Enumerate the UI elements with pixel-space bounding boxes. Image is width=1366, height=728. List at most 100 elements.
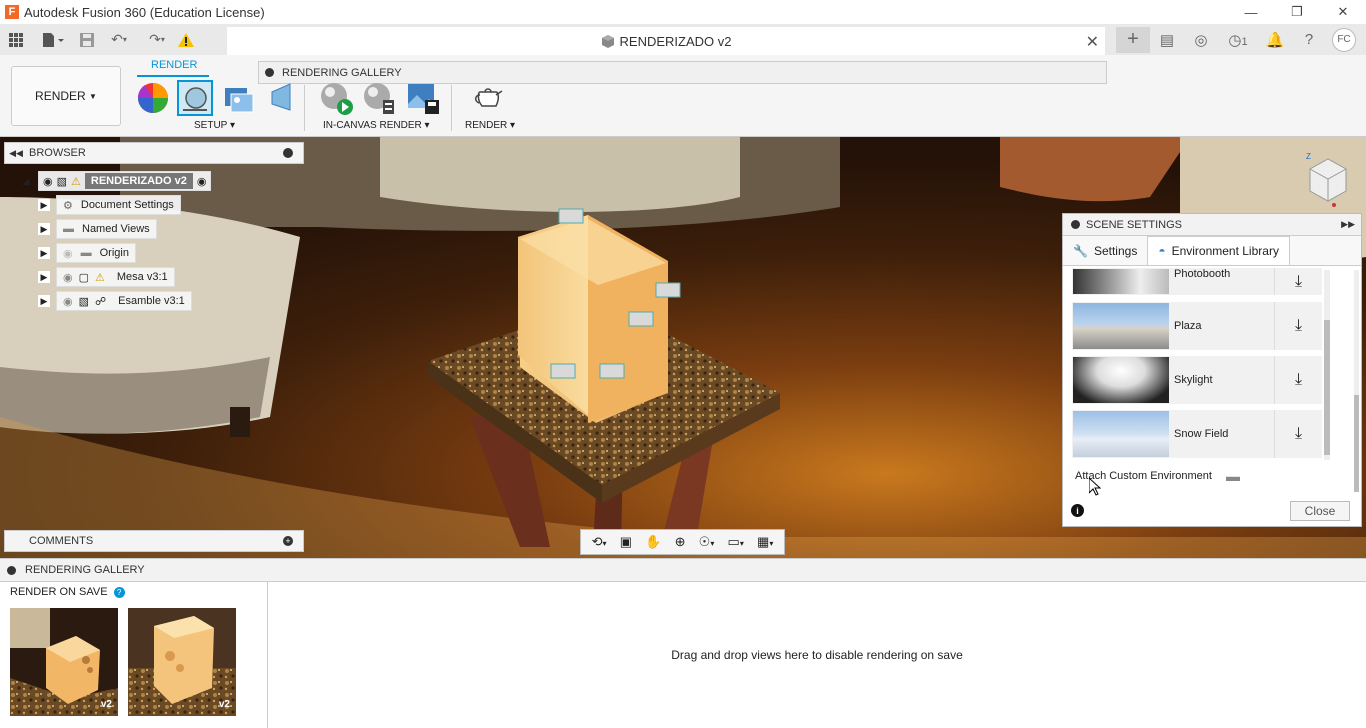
expand-triangle-icon[interactable]: ▶ [38,199,50,211]
mouse-cursor-icon [1089,478,1101,496]
collapse-arrows-icon[interactable]: ◀◀ [5,148,27,159]
render-on-save-area: RENDER ON SAVE ? v2 v2 [0,582,268,728]
close-button[interactable]: Close [1290,501,1350,521]
visibility-eye-icon[interactable]: ◉ [63,295,73,308]
expand-triangle-icon[interactable]: ▶ [38,295,50,307]
browser-item-named-views[interactable]: ▶ ▬ Named Views [38,219,157,239]
expand-arrows-icon[interactable]: ▶▶ [1341,219,1355,230]
appearance-color-wheel-icon[interactable] [137,82,169,114]
document-tab[interactable]: RENDERIZADO v2 ✕ [227,27,1105,55]
notifications-bell-icon[interactable]: 🔔 [1258,31,1292,49]
capture-image-icon[interactable] [406,82,440,116]
render-version: v2 [218,699,230,710]
expand-triangle-icon[interactable]: ▶ [38,247,50,259]
visibility-eye-icon[interactable]: ◉ [43,175,53,188]
hidden-eye-icon[interactable]: ◉ [63,247,73,260]
in-canvas-render-icon[interactable] [320,82,354,116]
add-comment-icon[interactable]: + [283,536,293,546]
rendering-gallery-header[interactable]: RENDERING GALLERY [0,558,1366,582]
tab-render[interactable]: RENDER [151,59,197,71]
download-icon[interactable]: ⤓ [1274,302,1322,350]
tab-settings[interactable]: 🔧 Settings [1063,236,1147,265]
info-icon[interactable]: i [1071,504,1084,517]
extensions-icon[interactable]: ◎ [1184,31,1218,49]
data-panel-grid-icon[interactable] [0,24,32,55]
comments-panel-header[interactable]: COMMENTS + [4,530,304,552]
warning-icon: ⚠ [95,271,105,284]
job-status-icon[interactable]: ◷1 [1218,31,1258,49]
close-tab-icon[interactable]: ✕ [1086,32,1099,52]
render-drop-zone[interactable]: Drag and drop views here to disable rend… [268,582,1366,728]
window-title: Autodesk Fusion 360 (Education License) [24,4,265,20]
texture-map-icon[interactable] [221,82,255,114]
download-icon[interactable]: ⤓ [1274,410,1322,458]
browser-item-origin[interactable]: ▶ ◉ ▬ Origin [38,243,136,263]
file-menu-icon[interactable] [32,24,74,55]
render-thumbnail[interactable]: v2 [128,608,236,716]
scene-settings-header[interactable]: SCENE SETTINGS ▶▶ [1063,214,1361,236]
view-cube[interactable]: Z [1300,149,1350,209]
help-icon[interactable]: ? [1292,31,1326,48]
scene-settings-icon[interactable] [177,80,213,116]
activate-radio-icon[interactable]: ◉ [197,175,207,188]
job-count: 1 [1241,35,1248,48]
download-icon[interactable]: ⤓ [1274,356,1322,404]
in-canvas-render-settings-icon[interactable] [363,82,397,116]
folder-icon[interactable]: ▬ [1226,468,1240,484]
new-tab-plus-icon[interactable]: + [1116,26,1150,53]
gear-icon: ⚙ [63,199,73,212]
download-icon[interactable]: ⤓ [1274,268,1322,295]
redo-icon[interactable]: ↷ ▾ [138,24,176,55]
dialog-scrollbar[interactable] [1354,270,1359,492]
undo-icon[interactable]: ↶ ▾ [100,24,138,55]
environment-scrollbar[interactable] [1324,270,1330,460]
look-at-icon[interactable]: ▣ [620,534,632,550]
expand-triangle-icon[interactable]: ▶ [38,223,50,235]
minimize-gallery-icon[interactable] [7,565,16,575]
pan-hand-icon[interactable]: ✋ [645,534,661,550]
warning-icon[interactable] [176,24,196,55]
collapse-triangle-icon[interactable]: ◢ [20,175,32,187]
render-thumbnail[interactable]: v2 [10,608,118,716]
environment-item-skylight[interactable]: Skylight ⤓ [1072,356,1322,404]
component-icon: ▧ [78,295,90,308]
visibility-eye-icon[interactable]: ◉ [63,271,73,284]
display-settings-icon[interactable]: ▭▾ [728,534,744,550]
user-avatar[interactable]: FC [1332,27,1356,52]
close-window-button[interactable]: ✕ [1320,0,1366,24]
root-component-name[interactable]: RENDERIZADO v2 [84,173,193,189]
browser-item-document-settings[interactable]: ▶ ⚙ Document Settings [38,195,181,215]
browser-item-esamble[interactable]: ▶ ◉ ▧ ☍ Esamble v3:1 [38,291,192,311]
minimize-button[interactable]: — [1228,0,1274,24]
render-group-label[interactable]: RENDER ▾ [465,120,515,131]
fit-zoom-icon[interactable]: ☉▾ [699,534,715,550]
environment-thumbnail [1073,303,1169,349]
orbit-icon[interactable]: ⟲▾ [592,534,607,550]
browser-item-mesa[interactable]: ▶ ◉ ▢ ⚠ Mesa v3:1 [38,267,175,287]
setup-group-label[interactable]: SETUP ▾ [194,120,235,131]
environment-item-photobooth[interactable]: Photobooth ⤓ [1072,268,1322,295]
render-on-save-label: RENDER ON SAVE ? [10,586,125,598]
help-icon[interactable]: ? [113,586,125,598]
comment-icon[interactable]: ▤ [1150,31,1184,49]
environment-item-plaza[interactable]: Plaza ⤓ [1072,302,1322,350]
zoom-icon[interactable]: ⊕ [675,534,686,550]
browser-panel-header[interactable]: ◀◀ BROWSER [4,142,304,164]
minimize-panel-icon[interactable] [283,148,293,158]
render-teapot-icon[interactable] [472,82,506,112]
in-canvas-render-group-label[interactable]: IN-CANVAS RENDER ▾ [323,120,430,131]
scene-settings-dialog: SCENE SETTINGS ▶▶ 🔧 Settings ◓ Environment… [1062,213,1362,527]
warning-icon: ⚠ [71,175,81,188]
fusion-app-icon: F [5,5,19,19]
tab-environment-library[interactable]: ◓ Environment Library [1147,236,1290,265]
environment-item-snow-field[interactable]: Snow Field ⤓ [1072,410,1322,458]
expand-triangle-icon[interactable]: ▶ [38,271,50,283]
browser-title: BROWSER [29,147,86,159]
restore-button[interactable]: ❐ [1274,0,1320,24]
grid-settings-icon[interactable]: ▦▾ [757,534,773,550]
minimize-dialog-icon[interactable] [1071,220,1080,229]
workspace-switcher[interactable]: RENDER ▼ [11,66,121,126]
browser-root-row[interactable]: ◢ ◉ ▧ ⚠ RENDERIZADO v2 ◉ [20,171,212,191]
save-icon[interactable] [74,24,100,55]
decal-icon[interactable] [268,82,296,114]
